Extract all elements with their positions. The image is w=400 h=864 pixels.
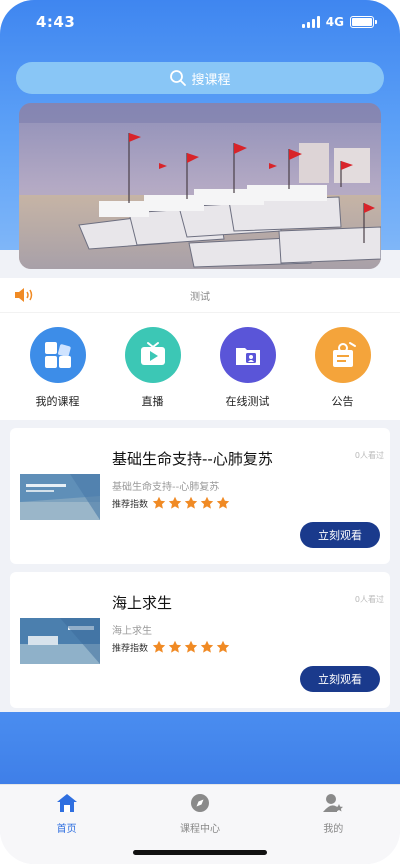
course-title: 基础生命支持--心肺复苏	[112, 450, 273, 468]
speaker-icon	[13, 286, 35, 308]
star-icon	[216, 496, 230, 510]
signal-icon	[301, 16, 320, 28]
course-icon	[29, 327, 86, 383]
search-bar[interactable]: 搜课程	[16, 62, 384, 94]
notice-text: 测试	[190, 291, 210, 303]
tab-mine[interactable]: 我的	[283, 785, 383, 864]
rating-row: 推荐指数	[112, 640, 230, 654]
rating-label: 推荐指数	[112, 643, 149, 654]
rating-label: 推荐指数	[112, 499, 149, 510]
menu-label: 直播	[141, 395, 164, 408]
star-icon	[152, 496, 166, 510]
star-icon	[184, 496, 198, 510]
course-thumbnail	[20, 618, 100, 664]
announcement-icon	[314, 327, 371, 383]
banner-image[interactable]	[19, 103, 381, 269]
star-icon	[216, 640, 230, 654]
search-icon	[169, 69, 187, 87]
home-icon	[56, 793, 78, 817]
notice-bar[interactable]: 测试	[0, 278, 400, 312]
star-icon	[200, 496, 214, 510]
tab-label: 首页	[56, 824, 77, 835]
status-time: 4:43	[36, 13, 76, 31]
menu-label: 公告	[331, 395, 354, 408]
course-card[interactable]: 海上求生 海上求生 推荐指数 0人看过 立刻观看	[10, 572, 390, 708]
star-icon	[184, 640, 198, 654]
menu-live[interactable]: 直播	[114, 313, 192, 420]
menu-announcement[interactable]: 公告	[304, 313, 382, 420]
course-thumbnail	[20, 474, 100, 520]
star-icon	[200, 640, 214, 654]
live-icon	[124, 327, 181, 383]
status-bar: 4:43 4G	[0, 0, 400, 44]
star-icon	[152, 640, 166, 654]
tab-home[interactable]: 首页	[17, 785, 117, 864]
footer-background	[0, 712, 400, 784]
course-subtitle: 海上求生	[112, 626, 152, 637]
network-type: 4G	[325, 15, 344, 29]
menu-online-test[interactable]: 在线测试	[209, 313, 287, 420]
course-subtitle: 基础生命支持--心肺复苏	[112, 482, 220, 493]
menu-label: 在线测试	[225, 395, 270, 408]
rating-row: 推荐指数	[112, 496, 230, 510]
quick-menu: 我的课程 直播 在线测试 公告	[0, 312, 400, 420]
tab-label: 我的	[323, 824, 344, 835]
app-screen: 4:43 4G 搜课程 测试 我的课程 直播 在线测试 公告 基础生命支持--心…	[0, 0, 400, 864]
battery-icon	[350, 16, 377, 28]
course-card[interactable]: 基础生命支持--心肺复苏 基础生命支持--心肺复苏 推荐指数 0人看过 立刻观看	[10, 428, 390, 564]
tab-label: 课程中心	[179, 824, 220, 835]
user-star-icon	[322, 793, 344, 817]
star-icon	[168, 496, 182, 510]
menu-label: 我的课程	[35, 395, 80, 408]
search-placeholder: 搜课程	[191, 72, 231, 88]
status-indicators: 4G	[301, 15, 377, 29]
compass-icon	[190, 793, 210, 817]
course-title: 海上求生	[112, 594, 173, 612]
menu-my-courses[interactable]: 我的课程	[19, 313, 97, 420]
star-icon	[168, 640, 182, 654]
watch-now-button[interactable]: 立刻观看	[300, 522, 380, 548]
test-folder-icon	[219, 327, 276, 383]
view-count: 0人看过	[354, 451, 384, 460]
home-indicator	[133, 850, 267, 855]
view-count: 0人看过	[354, 595, 384, 604]
watch-now-button[interactable]: 立刻观看	[300, 666, 380, 692]
